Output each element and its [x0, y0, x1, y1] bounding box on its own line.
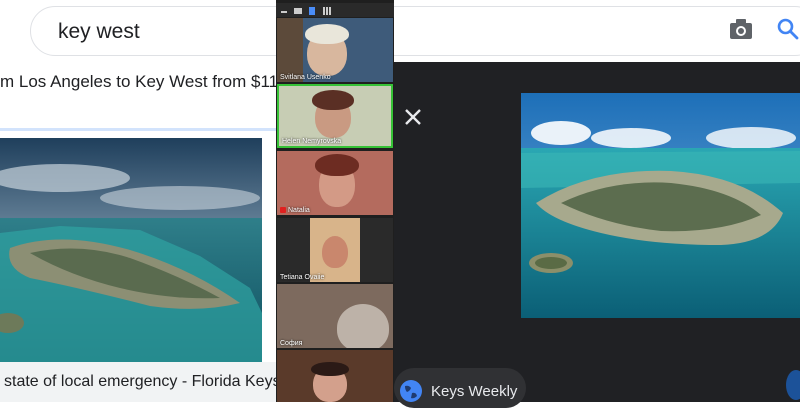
participant-hair	[305, 24, 349, 44]
camera-icon[interactable]	[729, 18, 753, 40]
next-button[interactable]	[786, 370, 800, 400]
bookshelf	[277, 18, 303, 82]
search-input[interactable]: key west	[58, 20, 140, 44]
participant-name: Svitlana Usenko	[280, 74, 331, 81]
participant-tile[interactable]: Natalia	[277, 151, 393, 215]
video-toolbar	[276, 3, 394, 17]
strip-view-icon[interactable]	[309, 7, 315, 15]
participant-name: Natalia	[280, 207, 310, 214]
muted-mic-icon	[280, 207, 286, 214]
participant-name: Helen Nemyrovska	[282, 138, 342, 145]
result-underline	[0, 128, 276, 131]
participant-hair	[315, 154, 359, 176]
search-bar[interactable]	[30, 6, 800, 56]
participant-face	[322, 236, 348, 268]
close-icon[interactable]	[402, 106, 424, 128]
participant-name: Tetiana Ovaiie	[280, 274, 325, 281]
participant-tile[interactable]: София	[277, 284, 393, 348]
participant-hair	[311, 362, 349, 376]
result-title[interactable]: m Los Angeles to Key West from $119 - K	[0, 72, 314, 92]
bottom-caption[interactable]: state of local emergency - Florida Keys …	[4, 373, 300, 391]
minimize-icon[interactable]	[281, 11, 287, 13]
globe-icon	[400, 380, 422, 402]
participant-tile[interactable]: Svitlana Usenko	[277, 18, 393, 82]
participant-hair	[312, 90, 354, 110]
result-image[interactable]	[0, 138, 262, 362]
hide-video-icon[interactable]	[294, 8, 302, 14]
participant-name: София	[280, 340, 303, 347]
viewer-image[interactable]	[521, 93, 800, 318]
participant-tile[interactable]	[277, 350, 393, 402]
gallery-view-icon[interactable]	[323, 7, 331, 15]
search-icon[interactable]	[776, 17, 800, 41]
participant-tile-active[interactable]: Helen Nemyrovska	[277, 84, 393, 148]
participant-tile[interactable]: Tetiana Ovaiie	[277, 218, 393, 282]
participant-video	[337, 304, 389, 348]
source-label[interactable]: Keys Weekly	[431, 383, 517, 400]
